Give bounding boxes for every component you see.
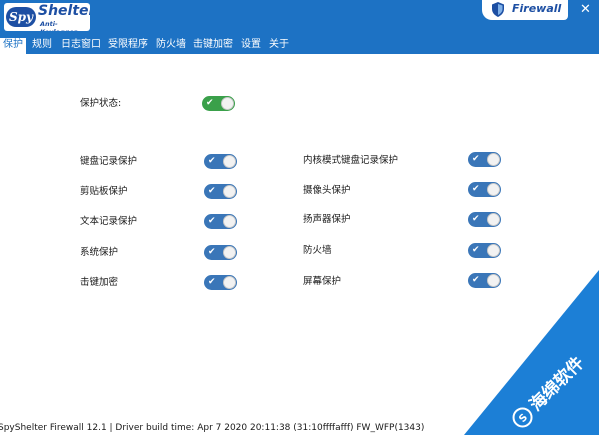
toggle-knob (487, 183, 500, 196)
toggle-knob (223, 155, 236, 168)
system-protection-label: 系统保护 (80, 247, 119, 258)
speaker-protection-label: 扬声器保护 (303, 214, 351, 225)
shield-icon (492, 2, 504, 17)
toggle-knob (223, 246, 236, 259)
checkmark-icon: ✔ (472, 214, 480, 224)
tab-log-window[interactable]: 日志窗口 (58, 36, 104, 54)
close-button[interactable]: ✕ (572, 0, 599, 20)
checkmark-icon: ✔ (208, 186, 216, 196)
system-protection-toggle[interactable]: ✔ (204, 245, 237, 260)
menu-bar: 保护 规则 日志窗口 受限程序 防火墙 击键加密 设置 关于 (0, 36, 599, 54)
clipboard-protection-label: 剪贴板保护 (80, 186, 128, 197)
firewall-badge-label: Firewall (512, 2, 562, 15)
app-logo: Spy Shelter Anti-Keylogger (4, 3, 90, 31)
firewall-badge: Firewall (482, 0, 568, 20)
checkmark-icon: ✔ (472, 154, 480, 164)
checkmark-icon: ✔ (208, 277, 216, 287)
toggle-knob (223, 276, 236, 289)
checkmark-icon: ✔ (472, 245, 480, 255)
logo-name-text: Shelter (38, 3, 90, 19)
tab-settings[interactable]: 设置 (238, 36, 264, 54)
tab-restricted-programs[interactable]: 受限程序 (105, 36, 151, 54)
toggle-knob (223, 185, 236, 198)
screen-protection-label: 屏幕保护 (303, 276, 342, 287)
status-bar: SpyShelter Firewall 12.1 | Driver build … (0, 423, 425, 433)
webcam-protection-label: 摄像头保护 (303, 185, 351, 196)
toggle-knob (487, 244, 500, 257)
watermark-triangle (464, 270, 599, 435)
checkmark-icon: ✔ (208, 247, 216, 257)
keyboard-logging-protection-toggle[interactable]: ✔ (204, 154, 237, 169)
checkmark-icon: ✔ (206, 98, 214, 108)
logo-spy-text: Spy (6, 7, 36, 27)
screen-protection-toggle[interactable]: ✔ (468, 273, 501, 288)
text-logging-protection-toggle[interactable]: ✔ (204, 214, 237, 229)
clipboard-protection-toggle[interactable]: ✔ (204, 184, 237, 199)
protection-status-toggle[interactable]: ✔ (202, 96, 235, 111)
tab-protection[interactable]: 保护 (0, 36, 26, 54)
toggle-knob (221, 97, 234, 110)
kernel-keylogger-protection-label: 内核模式键盘记录保护 (303, 155, 399, 166)
toggle-knob (487, 153, 500, 166)
firewall-toggle[interactable]: ✔ (468, 243, 501, 258)
keyboard-logging-protection-label: 键盘记录保护 (80, 156, 138, 167)
tab-about[interactable]: 关于 (266, 36, 292, 54)
keystroke-encryption-toggle[interactable]: ✔ (204, 275, 237, 290)
checkmark-icon: ✔ (208, 156, 216, 166)
protection-status-label: 保护状态: (80, 98, 122, 109)
title-bar: Spy Shelter Anti-Keylogger Firewall ✕ (0, 0, 599, 36)
checkmark-icon: ✔ (208, 216, 216, 226)
firewall-label: 防火墙 (303, 245, 332, 256)
toggle-knob (223, 215, 236, 228)
tab-rules[interactable]: 规则 (29, 36, 55, 54)
webcam-protection-toggle[interactable]: ✔ (468, 182, 501, 197)
checkmark-icon: ✔ (472, 275, 480, 285)
logo-subtitle: Anti-Keylogger (40, 20, 77, 31)
tab-firewall[interactable]: 防火墙 (153, 36, 189, 54)
speaker-protection-toggle[interactable]: ✔ (468, 212, 501, 227)
tab-keystroke-encryption[interactable]: 击键加密 (190, 36, 236, 54)
checkmark-icon: ✔ (472, 184, 480, 194)
toggle-knob (487, 274, 500, 287)
keystroke-encryption-label: 击键加密 (80, 277, 119, 288)
toggle-knob (487, 213, 500, 226)
kernel-keylogger-protection-toggle[interactable]: ✔ (468, 152, 501, 167)
text-logging-protection-label: 文本记录保护 (80, 216, 138, 227)
watermark-emblem: S 海绵软件 (512, 352, 588, 428)
watermark-text: 海绵软件 (525, 352, 588, 415)
